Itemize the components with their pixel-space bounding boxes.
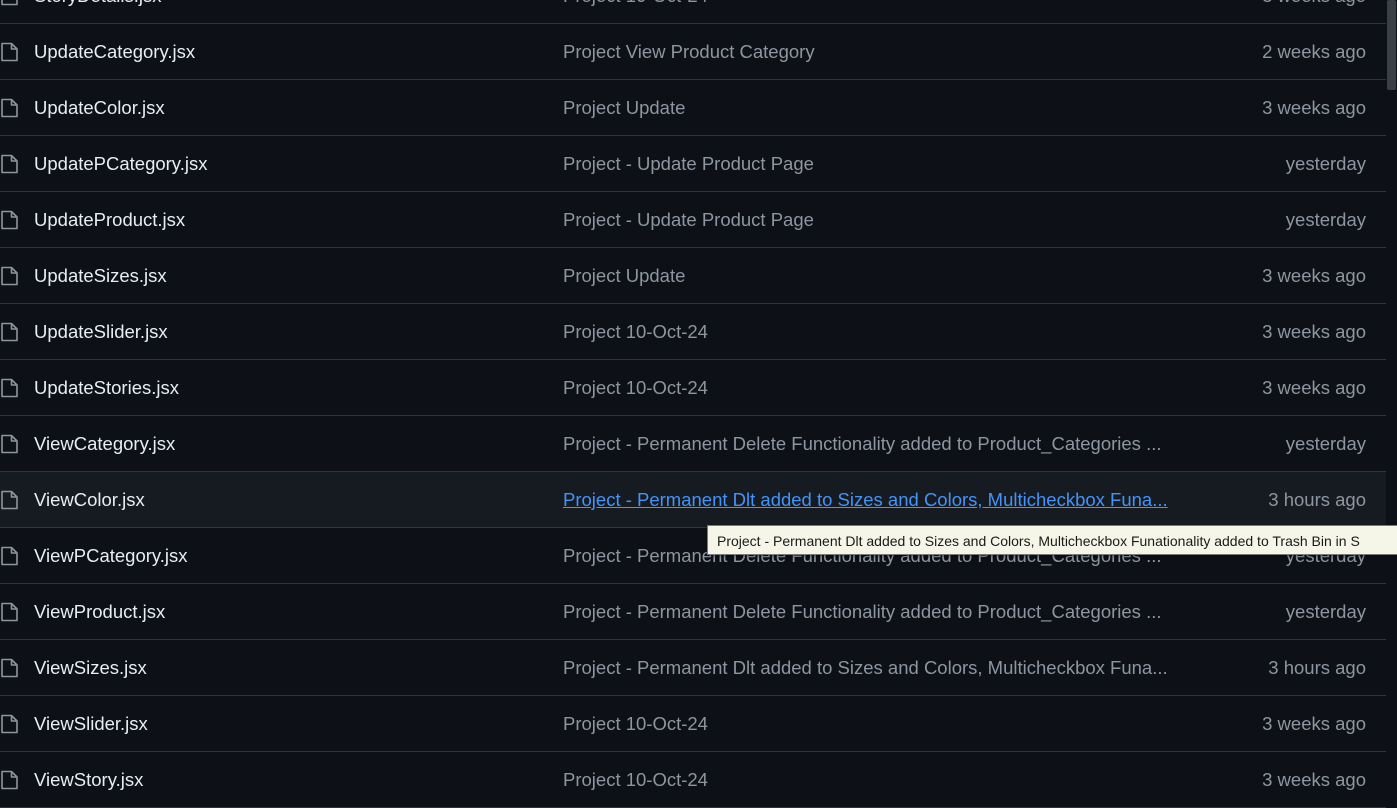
file-icon: [0, 770, 19, 790]
commit-message[interactable]: Project 10-Oct-24: [563, 360, 1203, 416]
file-icon: [0, 714, 19, 734]
file-name[interactable]: UpdateSizes.jsx: [34, 248, 167, 304]
file-name[interactable]: ViewProduct.jsx: [34, 584, 165, 640]
file-row[interactable]: UpdateCategory.jsx Project View Product …: [0, 24, 1386, 80]
commit-message[interactable]: Project Update: [563, 80, 1203, 136]
file-icon: [0, 658, 19, 678]
file-name[interactable]: ViewCategory.jsx: [34, 416, 175, 472]
file-name[interactable]: ViewSizes.jsx: [34, 640, 147, 696]
file-list: StoryDetails.jsx Project 10-Oct-24 3 wee…: [0, 0, 1386, 808]
commit-message[interactable]: Project - Permanent Delete Functionality…: [563, 584, 1203, 640]
file-icon: [0, 154, 19, 174]
commit-message[interactable]: Project - Update Product Page: [563, 136, 1203, 192]
file-row[interactable]: UpdateSizes.jsx Project Update 3 weeks a…: [0, 248, 1386, 304]
commit-age: 2 weeks ago: [1262, 41, 1366, 62]
file-row[interactable]: UpdateProduct.jsx Project - Update Produ…: [0, 192, 1386, 248]
file-name[interactable]: UpdateSlider.jsx: [34, 304, 168, 360]
commit-message[interactable]: Project 10-Oct-24: [563, 0, 1203, 24]
file-row[interactable]: UpdateColor.jsx Project Update 3 weeks a…: [0, 80, 1386, 136]
file-name[interactable]: ViewStory.jsx: [34, 752, 143, 808]
file-icon: [0, 434, 19, 454]
file-icon: [0, 490, 19, 510]
commit-age: yesterday: [1285, 153, 1366, 174]
file-icon: [0, 42, 19, 62]
vertical-scrollbar[interactable]: [1386, 0, 1397, 796]
commit-message-tooltip: Project - Permanent Dlt added to Sizes a…: [707, 525, 1397, 555]
file-row[interactable]: UpdateSlider.jsx Project 10-Oct-24 3 wee…: [0, 304, 1386, 360]
commit-message[interactable]: Project 10-Oct-24: [563, 696, 1203, 752]
commit-message[interactable]: Project - Update Product Page: [563, 192, 1203, 248]
file-name[interactable]: ViewSlider.jsx: [34, 696, 148, 752]
file-icon: [0, 378, 19, 398]
commit-age: 3 weeks ago: [1262, 321, 1366, 342]
commit-age: 3 weeks ago: [1262, 97, 1366, 118]
commit-age: 3 weeks ago: [1262, 265, 1366, 286]
file-icon: [0, 266, 19, 286]
file-row[interactable]: ViewProduct.jsx Project - Permanent Dele…: [0, 584, 1386, 640]
file-row[interactable]: ViewSlider.jsx Project 10-Oct-24 3 weeks…: [0, 696, 1386, 752]
scrollbar-thumb[interactable]: [1387, 0, 1396, 90]
commit-message[interactable]: Project - Permanent Dlt added to Sizes a…: [563, 640, 1203, 696]
file-name[interactable]: ViewColor.jsx: [34, 472, 145, 528]
commit-age: 3 weeks ago: [1262, 0, 1366, 24]
file-name[interactable]: UpdateCategory.jsx: [34, 24, 195, 80]
commit-age: 3 hours ago: [1268, 657, 1366, 678]
commit-message[interactable]: Project 10-Oct-24: [563, 304, 1203, 360]
file-name[interactable]: StoryDetails.jsx: [34, 0, 161, 24]
file-row[interactable]: ViewSizes.jsx Project - Permanent Dlt ad…: [0, 640, 1386, 696]
commit-message[interactable]: Project - Permanent Delete Functionality…: [563, 416, 1203, 472]
commit-message[interactable]: Project View Product Category: [563, 24, 1203, 80]
file-name[interactable]: UpdateProduct.jsx: [34, 192, 185, 248]
commit-age: yesterday: [1285, 433, 1366, 454]
file-icon: [0, 98, 19, 118]
commit-age: yesterday: [1285, 601, 1366, 622]
commit-message-link[interactable]: Project - Permanent Dlt added to Sizes a…: [563, 472, 1203, 528]
commit-message[interactable]: Project 10-Oct-24: [563, 752, 1203, 808]
file-name[interactable]: UpdatePCategory.jsx: [34, 136, 207, 192]
commit-age: 3 weeks ago: [1262, 713, 1366, 734]
commit-message[interactable]: Project Update: [563, 248, 1203, 304]
commit-age: yesterday: [1285, 209, 1366, 230]
file-icon: [0, 602, 19, 622]
file-row[interactable]: ViewCategory.jsx Project - Permanent Del…: [0, 416, 1386, 472]
file-name[interactable]: UpdateColor.jsx: [34, 80, 165, 136]
file-row[interactable]: UpdateStories.jsx Project 10-Oct-24 3 we…: [0, 360, 1386, 416]
commit-age: 3 weeks ago: [1262, 377, 1366, 398]
file-row[interactable]: StoryDetails.jsx Project 10-Oct-24 3 wee…: [0, 0, 1386, 24]
commit-age: 3 weeks ago: [1262, 769, 1366, 790]
file-name[interactable]: ViewPCategory.jsx: [34, 528, 188, 584]
file-name[interactable]: UpdateStories.jsx: [34, 360, 179, 416]
file-icon: [0, 322, 19, 342]
file-row[interactable]: UpdatePCategory.jsx Project - Update Pro…: [0, 136, 1386, 192]
file-icon: [0, 0, 19, 6]
file-icon: [0, 210, 19, 230]
file-row-hovered[interactable]: ViewColor.jsx Project - Permanent Dlt ad…: [0, 472, 1386, 528]
file-icon: [0, 546, 19, 566]
commit-age: 3 hours ago: [1268, 489, 1366, 510]
file-row[interactable]: ViewStory.jsx Project 10-Oct-24 3 weeks …: [0, 752, 1386, 808]
